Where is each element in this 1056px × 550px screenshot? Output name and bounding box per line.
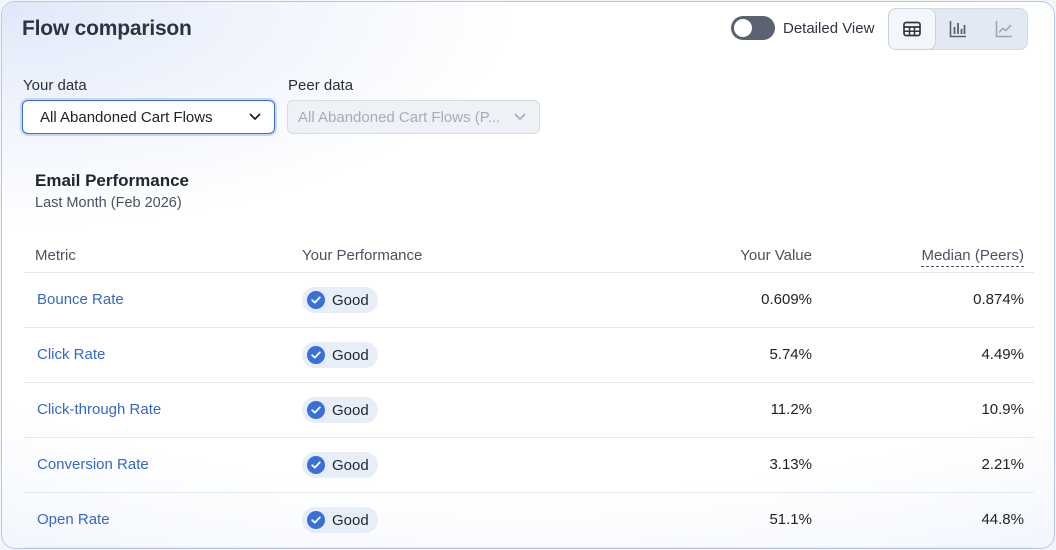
metric-link[interactable]: Bounce Rate bbox=[37, 291, 124, 308]
your-data-label: Your data bbox=[23, 77, 87, 94]
status-badge-label: Good bbox=[332, 511, 369, 529]
median-value: 10.9% bbox=[981, 401, 1024, 418]
performance-table: Metric Your Performance Your Value Media… bbox=[24, 239, 1034, 548]
column-header-median[interactable]: Median (Peers) bbox=[921, 247, 1024, 267]
table-row: Click-through Rate Good 11.2% 10.9% bbox=[24, 383, 1034, 438]
table-icon bbox=[903, 21, 921, 37]
status-badge: Good bbox=[302, 507, 378, 533]
median-value: 0.874% bbox=[973, 291, 1024, 308]
table-body: Bounce Rate Good 0.609% 0.874% Click Rat… bbox=[24, 273, 1034, 548]
status-badge: Good bbox=[302, 342, 378, 368]
your-value: 5.74% bbox=[769, 346, 812, 363]
status-badge-label: Good bbox=[332, 456, 369, 474]
status-badge-label: Good bbox=[332, 291, 369, 309]
check-circle-icon bbox=[307, 401, 325, 419]
section-subtitle: Last Month (Feb 2026) bbox=[35, 195, 182, 211]
peer-data-label: Peer data bbox=[288, 77, 354, 94]
metric-link[interactable]: Open Rate bbox=[37, 511, 110, 528]
status-badge-label: Good bbox=[332, 346, 369, 364]
your-value: 11.2% bbox=[770, 401, 812, 418]
table-view-button[interactable] bbox=[889, 9, 935, 49]
chevron-down-icon bbox=[248, 110, 262, 124]
column-header-performance: Your Performance bbox=[302, 247, 423, 264]
table-row: Click Rate Good 5.74% 4.49% bbox=[24, 328, 1034, 383]
check-circle-icon bbox=[307, 291, 325, 309]
status-badge-label: Good bbox=[332, 401, 369, 419]
status-badge: Good bbox=[302, 287, 378, 313]
detailed-view-label: Detailed View bbox=[783, 20, 875, 37]
metric-link[interactable]: Click-through Rate bbox=[37, 401, 161, 418]
line-chart-icon bbox=[995, 20, 1013, 38]
your-data-select[interactable]: All Abandoned Cart Flows bbox=[22, 100, 275, 134]
bar-chart-icon bbox=[949, 20, 967, 38]
card-title: Flow comparison bbox=[22, 17, 192, 40]
your-value: 3.13% bbox=[769, 456, 812, 473]
peer-data-select: All Abandoned Cart Flows (P... bbox=[287, 100, 540, 134]
metric-link[interactable]: Conversion Rate bbox=[37, 456, 149, 473]
status-badge: Good bbox=[302, 452, 378, 478]
table-row: Conversion Rate Good 3.13% 2.21% bbox=[24, 438, 1034, 493]
peer-data-value: All Abandoned Cart Flows (P... bbox=[298, 108, 501, 126]
your-data-value: All Abandoned Cart Flows bbox=[40, 108, 213, 126]
detailed-view-toggle[interactable] bbox=[731, 16, 775, 40]
toggle-knob bbox=[734, 19, 752, 37]
flow-comparison-card: Flow comparison Detailed View Your data … bbox=[1, 1, 1055, 549]
chevron-down-icon bbox=[513, 110, 527, 124]
table-row: Open Rate Good 51.1% 44.8% bbox=[24, 493, 1034, 548]
table-header: Metric Your Performance Your Value Media… bbox=[24, 239, 1034, 273]
bar-chart-view-button[interactable] bbox=[935, 9, 981, 49]
median-value: 2.21% bbox=[981, 456, 1024, 473]
column-header-value: Your Value bbox=[740, 247, 812, 264]
metric-link[interactable]: Click Rate bbox=[37, 346, 105, 363]
median-value: 44.8% bbox=[981, 511, 1024, 528]
view-switcher bbox=[888, 8, 1028, 50]
status-badge: Good bbox=[302, 397, 378, 423]
median-value: 4.49% bbox=[981, 346, 1024, 363]
check-circle-icon bbox=[307, 511, 325, 529]
section-title: Email Performance bbox=[35, 171, 190, 190]
line-chart-view-button[interactable] bbox=[981, 9, 1027, 49]
column-header-metric: Metric bbox=[35, 247, 76, 264]
table-row: Bounce Rate Good 0.609% 0.874% bbox=[24, 273, 1034, 328]
your-value: 51.1% bbox=[769, 511, 812, 528]
check-circle-icon bbox=[307, 346, 325, 364]
your-value: 0.609% bbox=[761, 291, 812, 308]
check-circle-icon bbox=[307, 456, 325, 474]
